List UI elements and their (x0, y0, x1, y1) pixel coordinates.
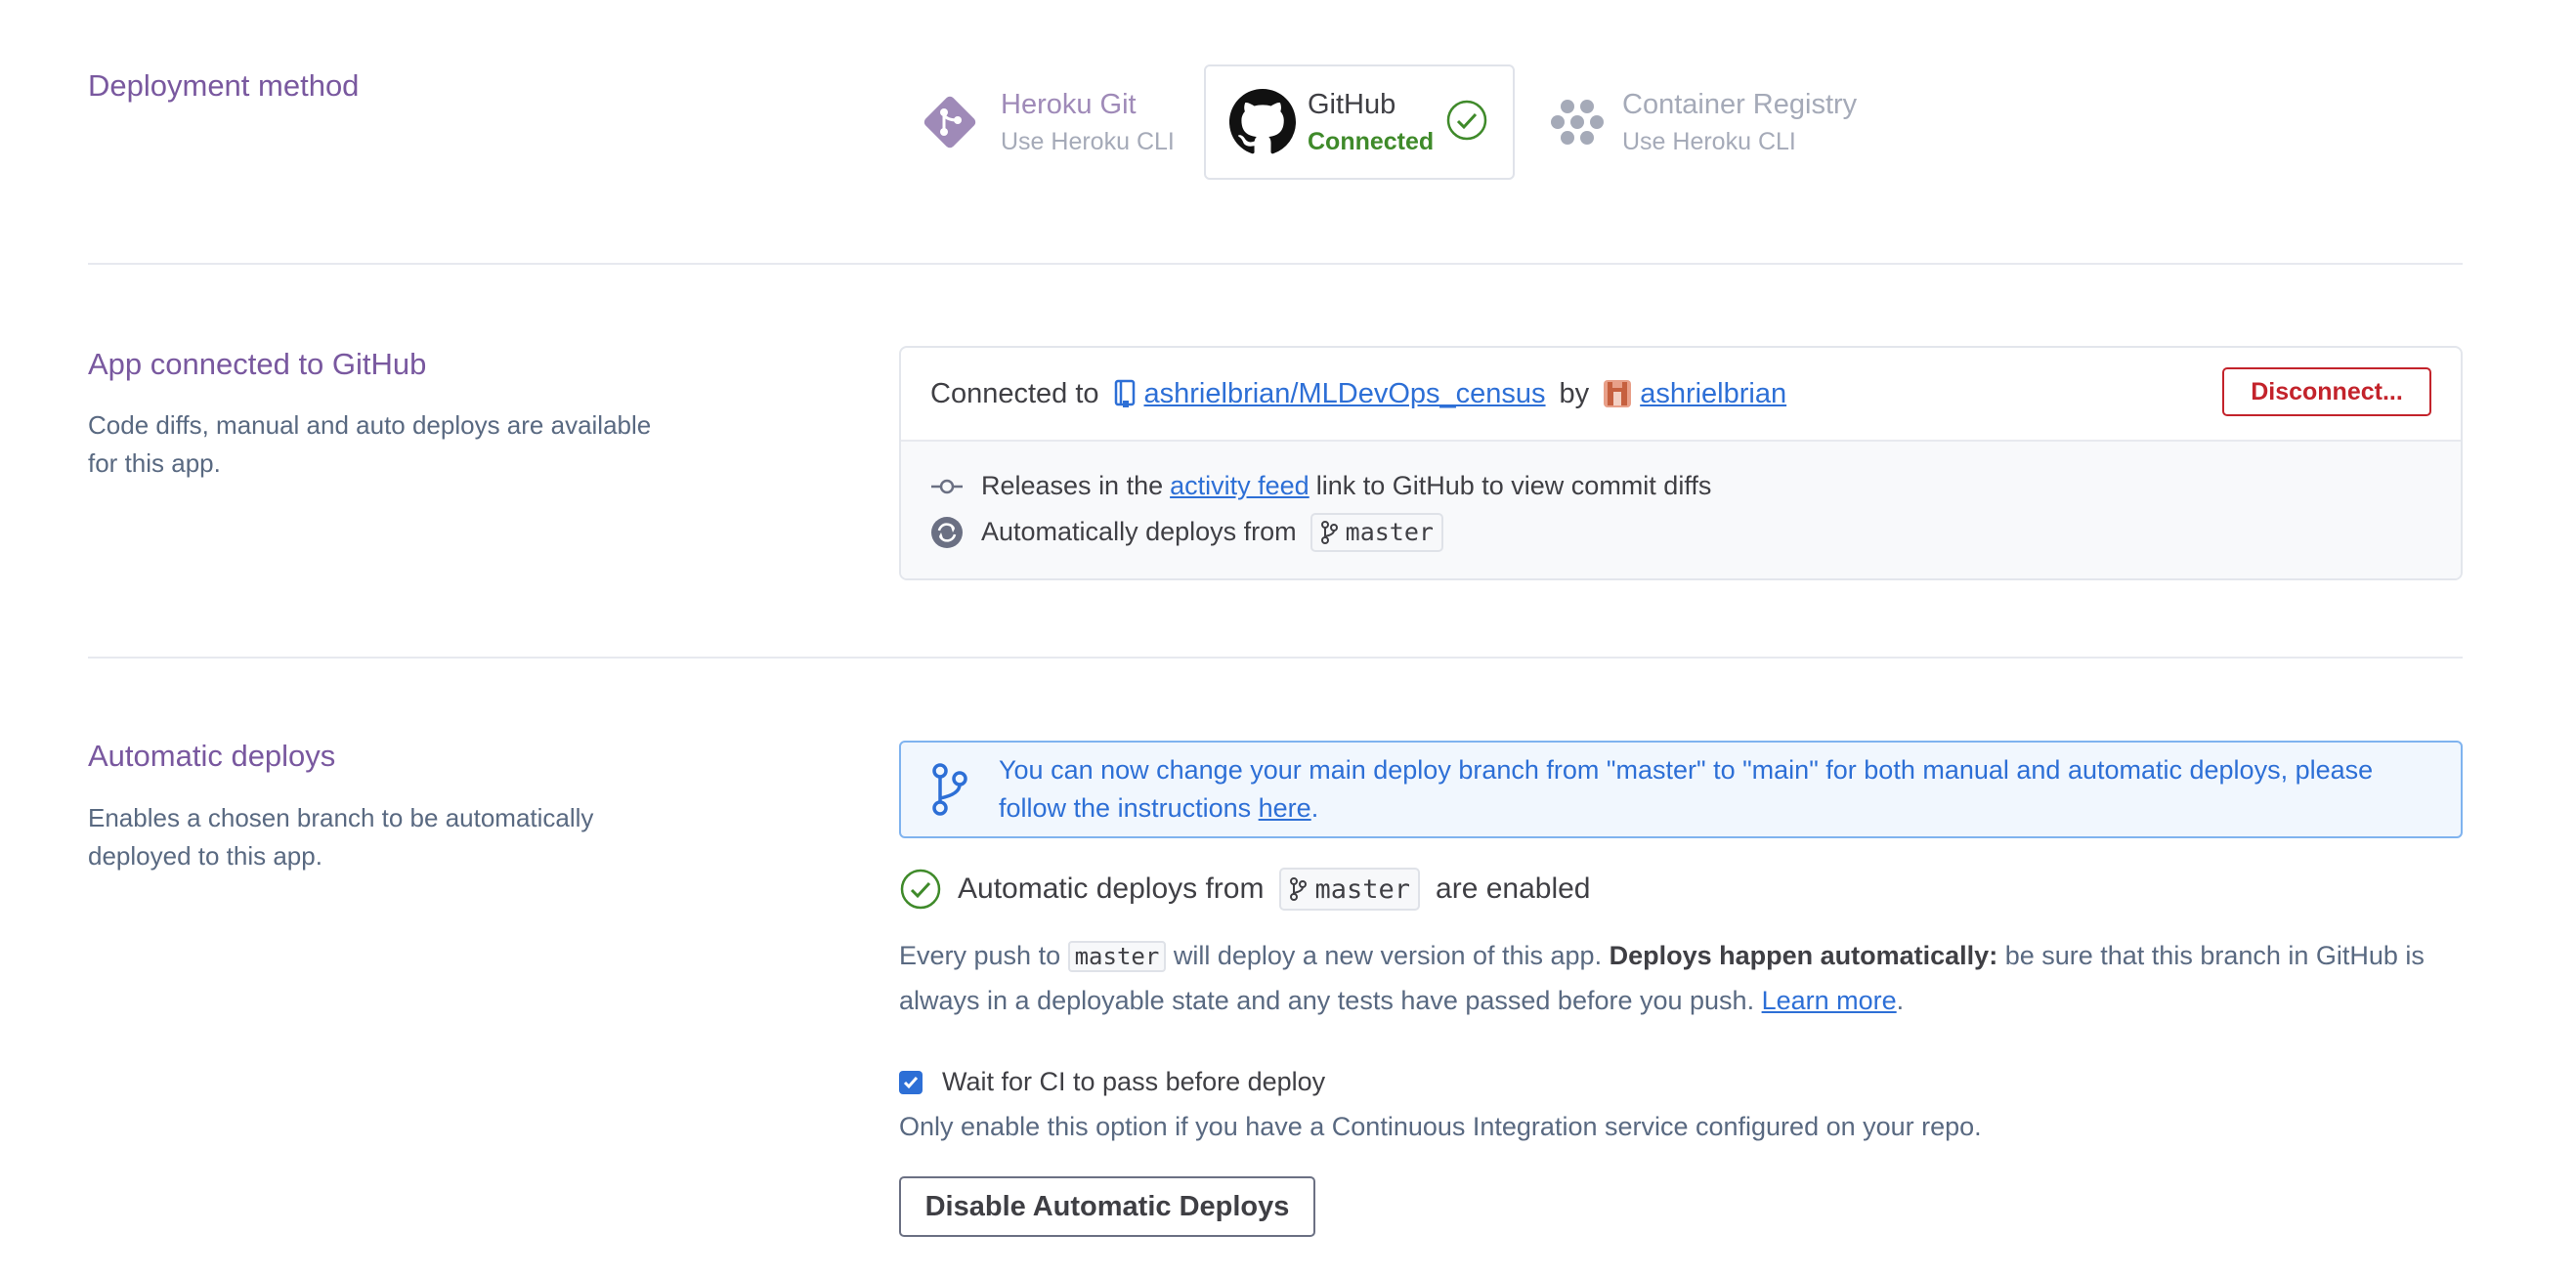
deploy-page: Deployment method Heroku Git Use Heroku … (0, 0, 2576, 1276)
container-registry-icon (1542, 87, 1612, 157)
para-bold: Deploys happen automatically: (1609, 941, 1998, 970)
method-sub: Use Heroku CLI (1622, 128, 1796, 155)
method-sub: Use Heroku CLI (1001, 128, 1175, 155)
disable-auto-deploys-button[interactable]: Disable Automatic Deploys (899, 1176, 1315, 1237)
learn-more-link[interactable]: Learn more (1762, 986, 1897, 1015)
branch-badge: master (1279, 868, 1421, 911)
section-divider (88, 657, 2463, 659)
connection-header: Connected to ashrielbrian/MLDevOps_censu… (901, 348, 2461, 442)
info-banner: You can now change your main deploy bran… (899, 741, 2463, 838)
wait-for-ci-label: Wait for CI to pass before deploy (942, 1067, 1326, 1096)
branch-icon (1320, 520, 1338, 544)
github-section-desc: Code diffs, manual and auto deploys are … (88, 410, 652, 478)
activity-feed-link[interactable]: activity feed (1170, 471, 1309, 501)
user-link[interactable]: ashrielbrian (1640, 378, 1786, 410)
sync-icon (930, 516, 964, 549)
branch-icon (901, 763, 999, 816)
ci-hint: Only enable this option if you have a Co… (899, 1112, 1982, 1141)
by-label: by (1559, 377, 1590, 409)
wait-for-ci-checkbox[interactable] (899, 1070, 923, 1094)
auto-deploy-label: Automatically deploys from (981, 517, 1297, 546)
github-connection-card: Connected to ashrielbrian/MLDevOps_censu… (899, 346, 2463, 580)
method-github[interactable]: GitHub Connected (1204, 64, 1515, 180)
check-circle-icon (1445, 99, 1488, 147)
heroku-git-icon (915, 87, 985, 157)
branch-badge: master (1309, 512, 1443, 552)
auto-deploy-pre: Automatic deploys from (958, 872, 1265, 905)
auto-deploy-post: are enabled (1436, 872, 1591, 905)
section-divider (88, 263, 2463, 265)
auto-deploys-desc: Enables a chosen branch to be automatica… (88, 803, 594, 871)
github-icon (1227, 87, 1298, 157)
releases-pre: Releases in the (981, 471, 1164, 500)
releases-post: link to GitHub to view commit diffs (1315, 471, 1712, 500)
method-heroku-git[interactable]: Heroku Git Use Heroku CLI (915, 64, 1208, 180)
deployment-method-title: Deployment method (88, 68, 360, 103)
method-name: Container Registry (1622, 89, 1858, 120)
commit-icon (930, 470, 964, 503)
connected-to-label: Connected to (930, 377, 1099, 409)
method-status: Connected (1308, 128, 1435, 155)
user-avatar (1603, 379, 1632, 408)
releases-row: Releases in the activity feed link to Gi… (930, 463, 2461, 509)
method-name: GitHub (1308, 89, 1396, 120)
branch-name: master (1345, 518, 1434, 546)
branch-name: master (1314, 873, 1411, 905)
repo-link[interactable]: ashrielbrian/MLDevOps_census (1144, 378, 1546, 410)
branch-code: master (1067, 941, 1167, 972)
auto-deploy-status: Automatic deploys from master are enable… (899, 868, 1590, 911)
auto-deploys-title: Automatic deploys (88, 739, 336, 773)
para-text: Every push to (899, 941, 1061, 970)
disconnect-button[interactable]: Disconnect... (2222, 367, 2431, 416)
repo-icon (1113, 379, 1137, 408)
auto-deploy-row: Automatically deploys from master (930, 509, 2461, 555)
checkmark-icon (903, 1076, 919, 1088)
wait-for-ci-option[interactable]: Wait for CI to pass before deploy (899, 1067, 1325, 1097)
branch-icon (1290, 877, 1308, 901)
auto-deploy-explanation: Every push to master will deploy a new v… (899, 941, 2425, 1015)
instructions-link[interactable]: here (1259, 793, 1311, 823)
method-container-registry[interactable]: Container Registry Use Heroku CLI (1542, 64, 1874, 180)
check-circle-icon (899, 868, 942, 911)
para-text: will deploy a new version of this app. (1173, 941, 1603, 970)
banner-text: You can now change your main deploy bran… (999, 755, 2374, 823)
github-section-title: App connected to GitHub (88, 347, 427, 381)
method-name: Heroku Git (1001, 89, 1137, 120)
